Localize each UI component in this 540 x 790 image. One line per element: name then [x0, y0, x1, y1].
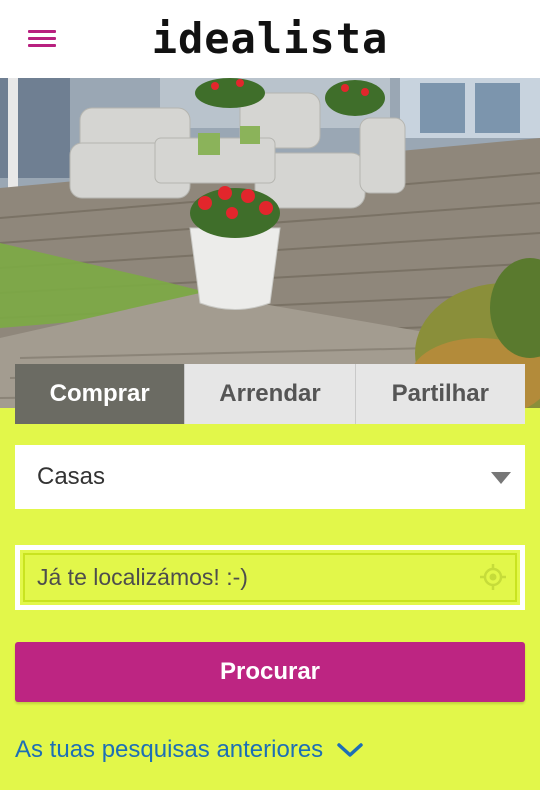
operation-tabs: Comprar Arrendar Partilhar	[15, 364, 525, 424]
hero-image	[0, 78, 540, 408]
search-button[interactable]: Procurar	[15, 642, 525, 702]
tab-partilhar[interactable]: Partilhar	[355, 364, 525, 424]
dropdown-arrow-icon	[491, 472, 511, 484]
property-type-select[interactable]: Casas	[15, 445, 525, 509]
location-value: Já te localizámos! :-)	[37, 564, 248, 590]
previous-searches-link[interactable]: As tuas pesquisas anteriores	[15, 733, 363, 767]
tab-arrendar[interactable]: Arrendar	[185, 364, 356, 424]
locate-target-icon[interactable]	[480, 564, 506, 590]
terrace-photo	[0, 78, 540, 408]
previous-searches-label: As tuas pesquisas anteriores	[15, 736, 324, 763]
tab-comprar[interactable]: Comprar	[15, 364, 186, 424]
idealista-logo: idealista	[151, 14, 389, 63]
chevron-down-icon	[337, 743, 363, 757]
property-type-value: Casas	[37, 463, 106, 490]
location-field[interactable]: Já te localizámos! :-)	[15, 545, 525, 610]
app-header: idealista	[0, 0, 540, 78]
